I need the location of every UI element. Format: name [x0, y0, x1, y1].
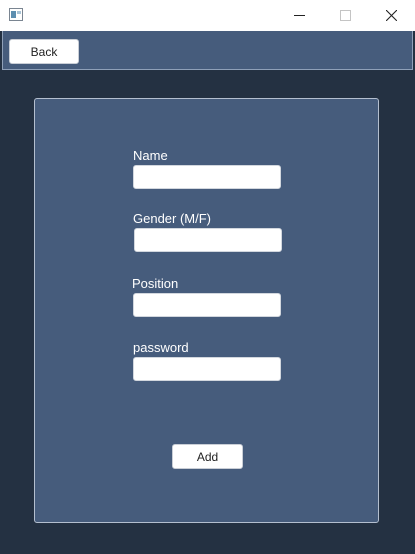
- maximize-icon: [340, 10, 351, 21]
- title-bar: [0, 0, 415, 31]
- back-button[interactable]: Back: [9, 39, 79, 64]
- password-field[interactable]: [133, 357, 281, 381]
- minimize-icon: [294, 15, 305, 16]
- minimize-button[interactable]: [277, 0, 323, 31]
- password-label: password: [133, 340, 189, 355]
- position-field[interactable]: [133, 293, 281, 317]
- name-field[interactable]: [133, 165, 281, 189]
- add-button[interactable]: Add: [172, 444, 243, 469]
- form-panel: Name Gender (M/F) Position password Add: [34, 98, 379, 523]
- gender-field[interactable]: [134, 228, 282, 252]
- maximize-button[interactable]: [323, 0, 369, 31]
- position-label: Position: [132, 276, 179, 291]
- close-icon: [386, 10, 397, 21]
- gender-label: Gender (M/F): [133, 211, 212, 226]
- toolbar: Back: [2, 31, 413, 70]
- app-icon: [9, 8, 23, 21]
- name-label: Name: [133, 148, 168, 163]
- close-button[interactable]: [369, 0, 415, 31]
